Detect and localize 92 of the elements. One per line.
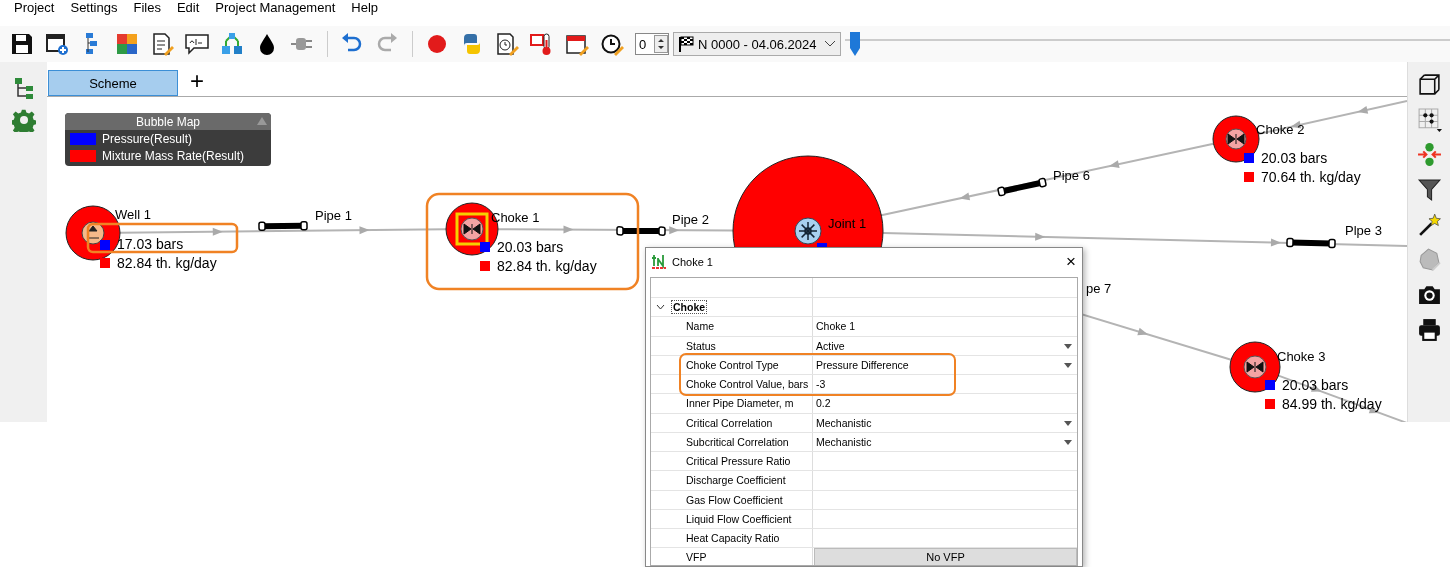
scheme-tab[interactable]: Scheme bbox=[48, 70, 178, 96]
node-label: Choke 3 bbox=[1277, 349, 1326, 364]
speech-bubble-icon[interactable] bbox=[185, 32, 209, 56]
pipe-icon[interactable] bbox=[258, 221, 308, 231]
spin-arrows-icon[interactable] bbox=[654, 35, 668, 53]
rate-marker bbox=[1244, 172, 1254, 182]
document-edit-icon[interactable] bbox=[150, 32, 174, 56]
property-label: Critical Pressure Ratio bbox=[686, 455, 791, 468]
node-label: Well 1 bbox=[115, 207, 151, 222]
menu-item[interactable]: Project bbox=[6, 0, 63, 17]
pipe-label: Pipe 2 bbox=[672, 212, 709, 227]
vfp-button[interactable]: No VFP bbox=[814, 548, 1077, 565]
legend-label: Mixture Mass Rate(Result) bbox=[102, 148, 245, 163]
pipe-icon[interactable] bbox=[996, 177, 1048, 197]
cubes-icon[interactable] bbox=[220, 32, 244, 56]
clock-edit-icon[interactable] bbox=[495, 32, 519, 56]
pressure-value: 17.03 bars bbox=[117, 236, 184, 252]
legend-title: Bubble Map bbox=[135, 114, 200, 129]
printer-icon[interactable] bbox=[1416, 317, 1442, 342]
node-label: Joint 1 bbox=[828, 216, 867, 231]
save-icon[interactable] bbox=[10, 32, 34, 56]
pipe-label: pe 7 bbox=[1086, 281, 1112, 296]
record-icon[interactable] bbox=[425, 32, 449, 56]
legend-label: Pressure(Result) bbox=[102, 131, 193, 146]
timestep-dropdown[interactable]: N 0000 - 04.06.2024 bbox=[673, 32, 841, 56]
app-logo-icon bbox=[652, 254, 666, 270]
arrows-dots-icon[interactable] bbox=[1416, 142, 1442, 167]
group-label[interactable]: Choke bbox=[671, 300, 708, 315]
property-value[interactable]: Mechanistic bbox=[816, 416, 872, 429]
menu-item[interactable]: Edit bbox=[168, 0, 208, 17]
pressure-marker bbox=[100, 240, 110, 250]
pressure-value: 20.03 bars bbox=[497, 239, 564, 255]
property-label: Inner Pipe Diameter, m bbox=[686, 397, 794, 410]
dropdown-arrow-icon[interactable] bbox=[1064, 343, 1072, 349]
property-label: Name bbox=[686, 320, 714, 333]
menu-item[interactable]: Project Management bbox=[207, 0, 344, 17]
property-label: Gas Flow Coefficient bbox=[686, 493, 783, 506]
checkered-flag-icon bbox=[678, 36, 694, 52]
puzzle-icon[interactable] bbox=[115, 32, 139, 56]
property-label: Subcritical Correlation bbox=[686, 435, 789, 448]
dropdown-arrow-icon[interactable] bbox=[1064, 362, 1072, 368]
funnel-icon[interactable] bbox=[1416, 177, 1442, 202]
pressure-value: 20.03 bars bbox=[1282, 377, 1349, 393]
dropdown-arrow-icon[interactable] bbox=[1064, 439, 1072, 445]
pressure-marker bbox=[1265, 380, 1275, 390]
node-label: Choke 2 bbox=[1256, 122, 1305, 137]
rate-value: 82.84 th. kg/day bbox=[497, 258, 597, 274]
pipe-label: Pipe 6 bbox=[1053, 168, 1090, 183]
dropdown-arrow-icon[interactable] bbox=[1064, 420, 1072, 426]
menu-item[interactable]: Settings bbox=[62, 0, 126, 17]
property-value[interactable]: -3 bbox=[816, 378, 826, 391]
property-label: VFP bbox=[686, 551, 707, 564]
calendar-edit-icon[interactable] bbox=[565, 32, 589, 56]
menu-item[interactable]: Files bbox=[125, 0, 169, 17]
chevron-down-icon bbox=[824, 40, 836, 48]
pressure-value: 20.03 bars bbox=[1261, 150, 1328, 166]
close-button[interactable]: × bbox=[1066, 253, 1076, 271]
property-label: Choke Control Type bbox=[686, 358, 779, 371]
dialog-title: Choke 1 bbox=[672, 256, 713, 268]
pipe-label: Pipe 1 bbox=[315, 208, 352, 223]
property-label: Choke Control Value, bars bbox=[686, 378, 809, 391]
pressure-marker bbox=[480, 242, 490, 252]
pipe-label: Plpe 3 bbox=[1345, 223, 1382, 238]
property-value[interactable]: Pressure Difference bbox=[816, 358, 909, 371]
property-label: Liquid Flow Coefficient bbox=[686, 512, 792, 525]
timeline-slider-thumb[interactable] bbox=[849, 31, 861, 57]
property-value[interactable]: Active bbox=[816, 339, 845, 352]
property-label: Status bbox=[686, 339, 716, 352]
property-label: Critical Correlation bbox=[686, 416, 773, 429]
chevron-down-icon[interactable] bbox=[656, 304, 665, 311]
cube-icon[interactable] bbox=[1416, 72, 1442, 97]
property-value[interactable]: Choke 1 bbox=[816, 320, 856, 333]
number-spinner[interactable]: 0 bbox=[635, 33, 669, 55]
settings-icon[interactable] bbox=[11, 108, 36, 132]
pressure-marker bbox=[1244, 153, 1254, 163]
pipe-icon[interactable] bbox=[1286, 237, 1336, 249]
property-value[interactable]: Mechanistic bbox=[816, 435, 872, 448]
grid-icon[interactable] bbox=[1416, 107, 1442, 132]
menu-item[interactable]: Help bbox=[343, 0, 386, 17]
rate-value: 70.64 th. kg/day bbox=[1261, 169, 1361, 185]
rate-value: 84.99 th. kg/day bbox=[1282, 396, 1382, 412]
pipe-icon[interactable] bbox=[616, 226, 666, 236]
rate-marker bbox=[100, 258, 110, 268]
property-label: Heat Capacity Ratio bbox=[686, 532, 780, 545]
legend-header[interactable]: Bubble Map bbox=[65, 113, 271, 130]
add-tab-button[interactable]: + bbox=[186, 68, 208, 96]
property-value[interactable]: 0.2 bbox=[816, 397, 831, 410]
clock-pencil-icon[interactable] bbox=[600, 32, 624, 56]
property-label: Discharge Coefficient bbox=[686, 474, 786, 487]
rate-marker bbox=[480, 261, 490, 271]
rate-value: 82.84 th. kg/day bbox=[117, 255, 217, 271]
rate-marker bbox=[1265, 399, 1275, 409]
